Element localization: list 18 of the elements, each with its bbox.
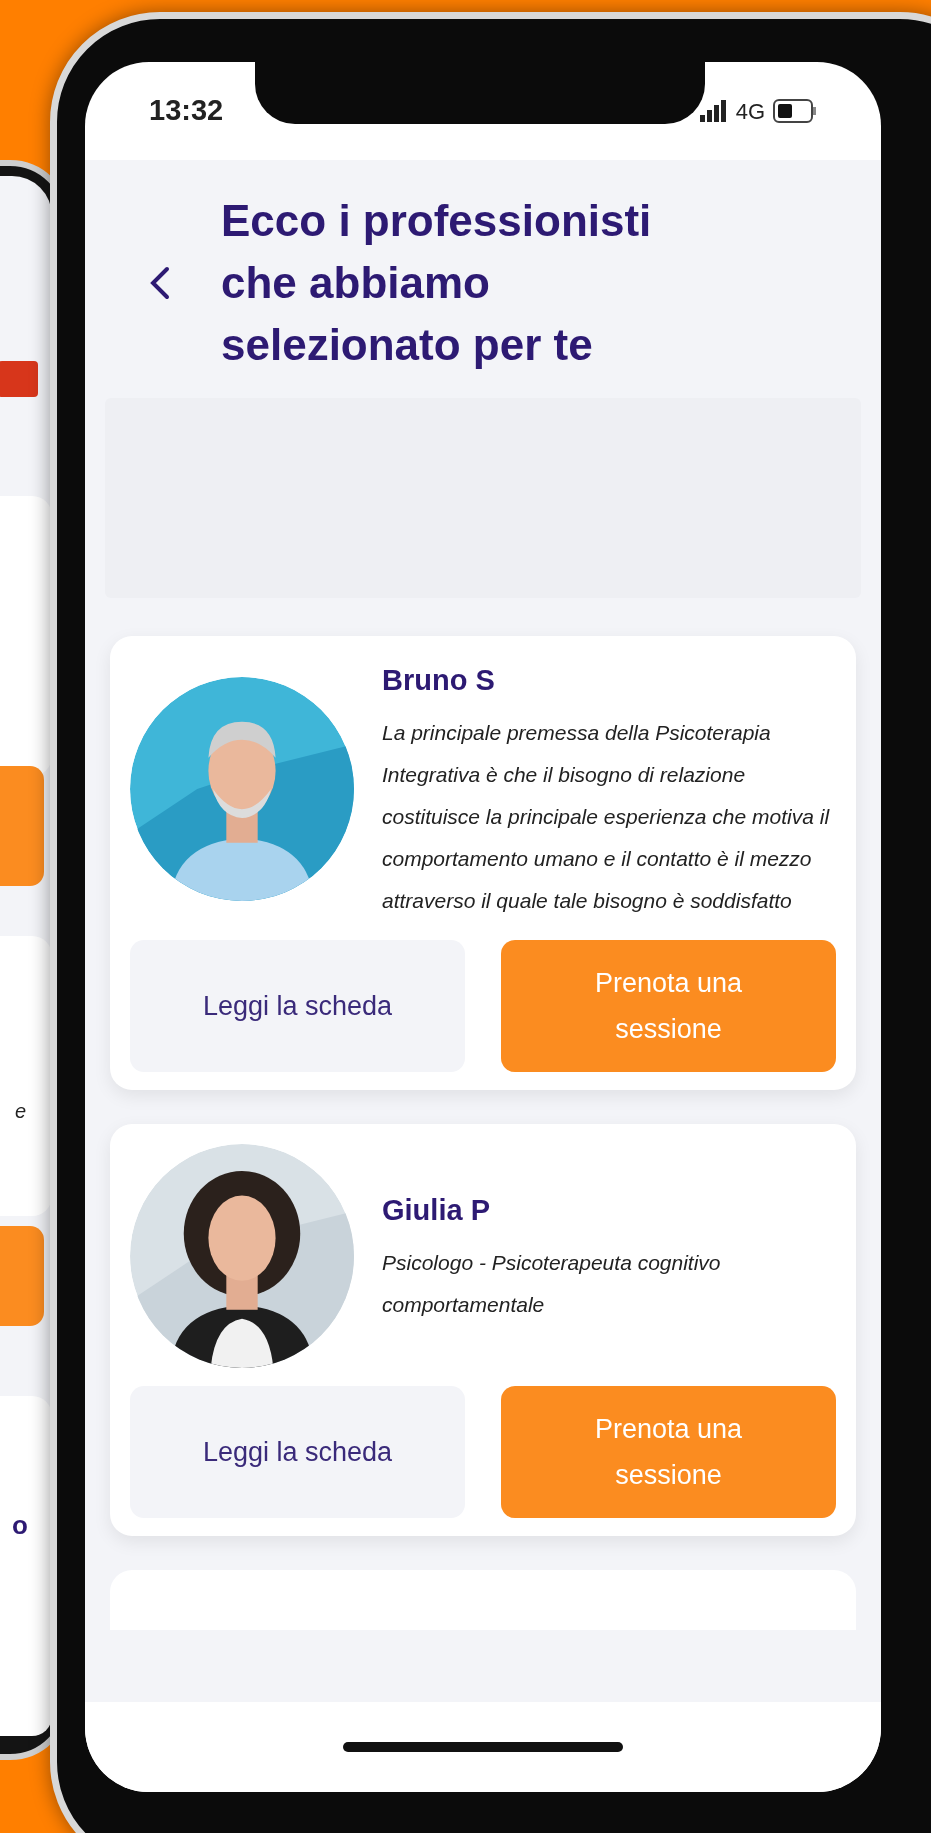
professional-description: La principale premessa della Psicoterapia Integrativa è che il bisogno di relazione costituisce la principale esperienza che motiva il comportamento umano e il contatto è il mezzo attraverso il quale tale bisogno è soddisfatto — [382, 720, 831, 915]
signal-icon — [699, 100, 728, 122]
status-time: 13:32 — [149, 93, 224, 129]
text-fragment: o — [12, 1509, 28, 1542]
header-bar — [0, 361, 38, 397]
professional-name: Giulia P — [382, 1193, 491, 1229]
read-profile-button[interactable]: Leggi la scheda — [130, 940, 465, 1073]
battery-icon — [773, 99, 817, 123]
page-title: Ecco i professionisti — [221, 195, 652, 247]
text-fragment: e — [14, 1099, 26, 1124]
network-label: 4G — [735, 97, 765, 126]
page-title: che abbiamo — [221, 257, 491, 309]
professional-description: Psicologo - Psicoterapeuta cognitivo comportamentale — [382, 1250, 722, 1319]
professional-name: Bruno S — [382, 663, 496, 698]
book-session-button[interactable] — [0, 1226, 44, 1326]
read-profile-button[interactable]: Leggi la scheda — [130, 1386, 465, 1519]
page-title: selezionato per te — [221, 319, 594, 371]
book-session-button[interactable] — [0, 766, 44, 886]
